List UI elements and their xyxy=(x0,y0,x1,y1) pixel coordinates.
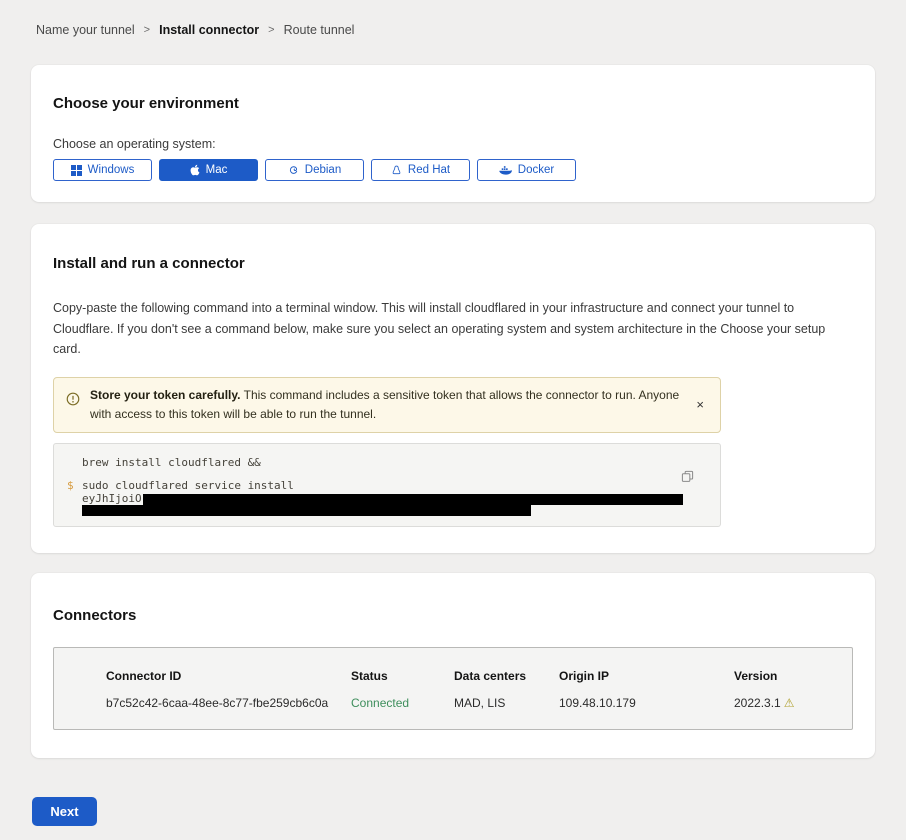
os-button-label: Windows xyxy=(88,164,135,176)
environment-card-title: Choose your environment xyxy=(53,95,853,112)
os-button-mac[interactable]: Mac xyxy=(159,159,258,181)
os-button-windows[interactable]: Windows xyxy=(53,159,152,181)
os-button-label: Docker xyxy=(518,164,554,176)
os-select-label: Choose an operating system: xyxy=(53,137,853,151)
connector-id-value: b7c52c42-6caa-48ee-8c77-fbe259cb6c0a xyxy=(106,696,351,710)
code-line-token: eyJhIjoiO xyxy=(54,493,720,505)
token-warning-banner: Store your token carefully. This command… xyxy=(53,377,721,433)
connectors-card-title: Connectors xyxy=(53,607,853,624)
redaction-bar xyxy=(82,505,531,516)
token-prefix: eyJhIjoiO xyxy=(82,492,142,505)
breadcrumb-step-install-connector[interactable]: Install connector xyxy=(159,23,259,37)
choose-environment-card: Choose your environment Choose an operat… xyxy=(31,65,875,202)
version-warning-icon: ⚠ xyxy=(784,696,795,710)
os-button-row: Windows Mac Debian Red Hat Docker xyxy=(53,159,853,181)
copy-command-button[interactable] xyxy=(679,468,696,488)
code-line-brew: brew install cloudflared && xyxy=(54,456,720,469)
breadcrumb-step-name-tunnel[interactable]: Name your tunnel xyxy=(36,23,135,37)
warning-close-button[interactable]: × xyxy=(692,394,708,415)
token-warning-text: Store your token carefully. This command… xyxy=(90,386,682,424)
column-header-status: Status xyxy=(351,669,454,683)
connectors-table: Connector ID Status Data centers Origin … xyxy=(53,647,853,730)
column-header-origin-ip: Origin IP xyxy=(559,669,734,683)
connector-version-value: 2022.3.1 xyxy=(734,696,781,710)
connectors-card: Connectors Connector ID Status Data cent… xyxy=(31,573,875,758)
column-header-connector-id: Connector ID xyxy=(106,669,351,683)
connector-data-centers-value: MAD, LIS xyxy=(454,696,559,710)
next-button[interactable]: Next xyxy=(32,797,97,826)
windows-icon xyxy=(71,165,82,176)
install-connector-card: Install and run a connector Copy-paste t… xyxy=(31,224,875,553)
install-description: Copy-paste the following command into a … xyxy=(53,298,853,360)
redaction-bar xyxy=(143,494,683,505)
alert-circle-icon xyxy=(66,392,80,411)
redhat-tux-icon xyxy=(391,164,402,176)
os-button-docker[interactable]: Docker xyxy=(477,159,576,181)
install-command-code-block: brew install cloudflared && $ sudo cloud… xyxy=(53,443,721,527)
os-button-debian[interactable]: Debian xyxy=(265,159,364,181)
token-warning-title: Store your token carefully. xyxy=(90,388,241,402)
os-button-label: Mac xyxy=(206,164,228,176)
os-button-label: Debian xyxy=(305,164,341,176)
apple-icon xyxy=(190,164,200,176)
column-header-data-centers: Data centers xyxy=(454,669,559,683)
breadcrumb: Name your tunnel > Install connector > R… xyxy=(0,0,906,37)
docker-whale-icon xyxy=(499,165,512,176)
os-button-redhat[interactable]: Red Hat xyxy=(371,159,470,181)
debian-icon xyxy=(288,165,299,176)
breadcrumb-separator: > xyxy=(144,24,150,36)
breadcrumb-step-route-tunnel[interactable]: Route tunnel xyxy=(284,23,355,37)
column-header-version: Version xyxy=(734,669,842,683)
connector-status-value: Connected xyxy=(351,696,454,710)
shell-prompt: $ xyxy=(67,479,74,492)
connector-version-cell: 2022.3.1⚠ xyxy=(734,696,842,710)
connector-origin-ip-value: 109.48.10.179 xyxy=(559,696,734,710)
breadcrumb-separator: > xyxy=(268,24,274,36)
copy-icon xyxy=(681,470,694,483)
install-card-title: Install and run a connector xyxy=(53,255,853,272)
os-button-label: Red Hat xyxy=(408,164,450,176)
code-line-service-install: $ sudo cloudflared service install xyxy=(54,479,720,492)
